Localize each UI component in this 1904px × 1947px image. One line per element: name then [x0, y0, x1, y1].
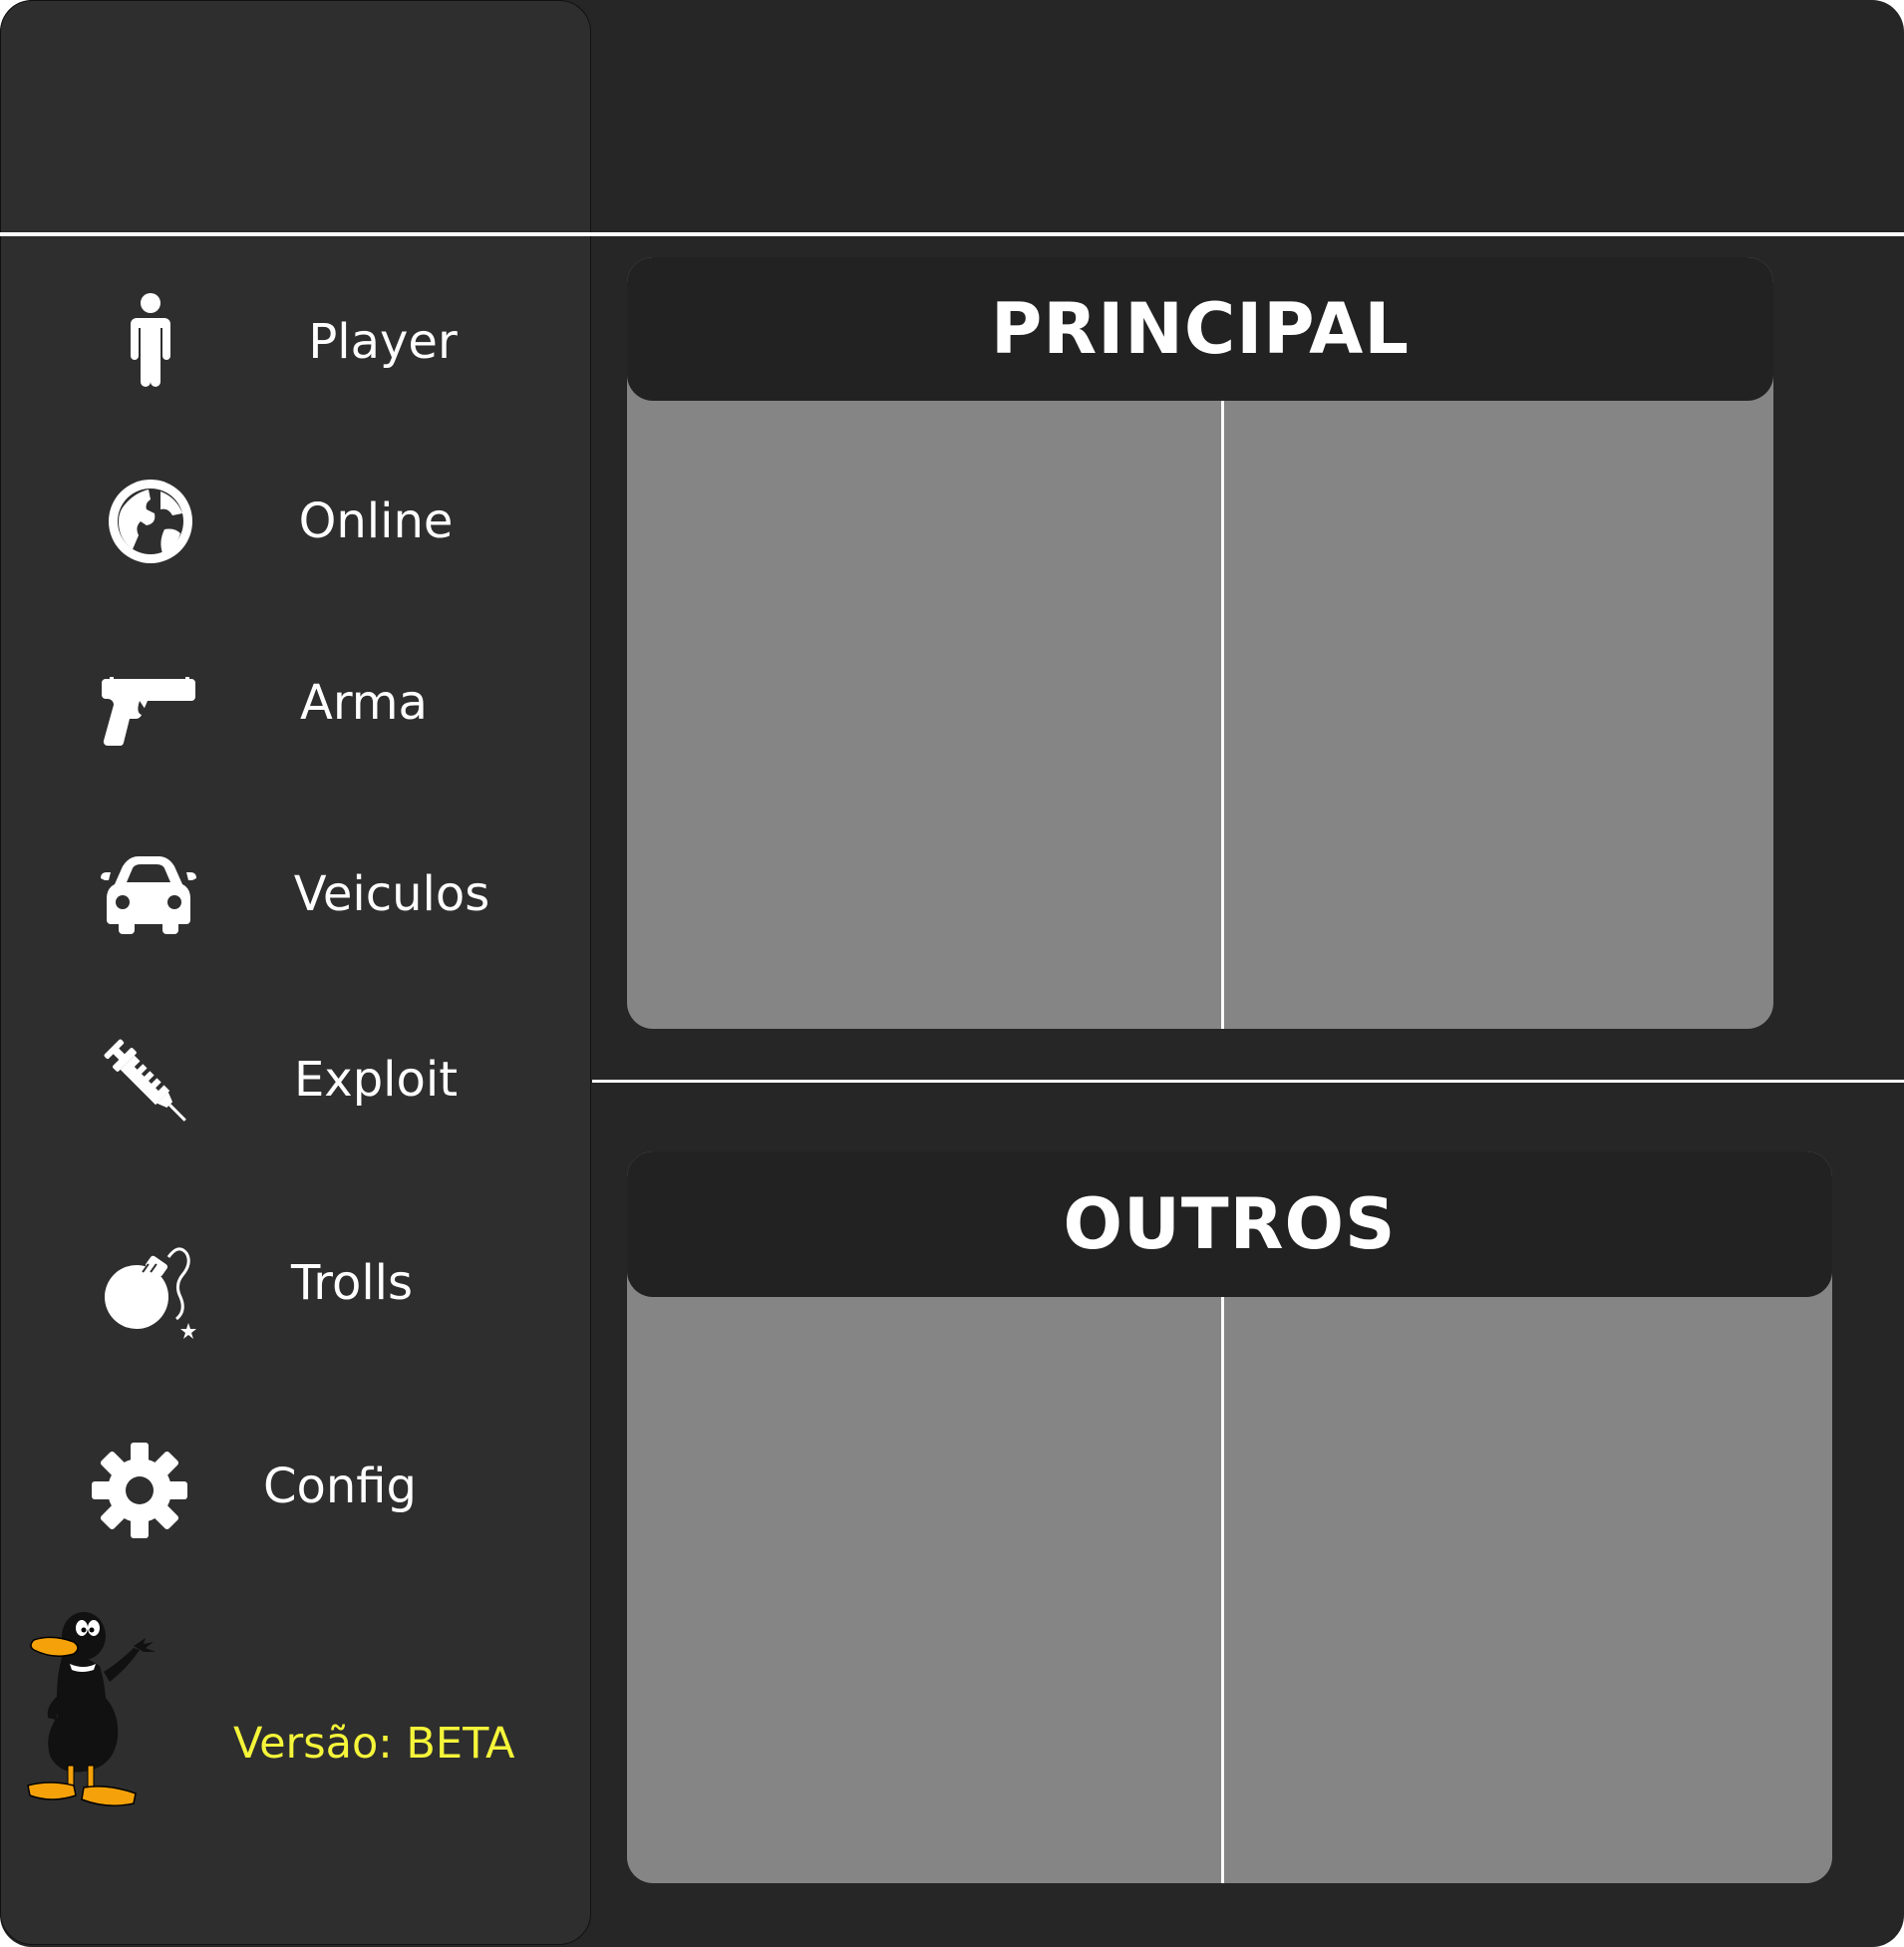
sidebar-item-label: Config — [262, 1459, 418, 1514]
syringe-icon — [99, 1034, 198, 1134]
principal-column-divider — [1221, 401, 1224, 1029]
sidebar-item-veiculos[interactable]: Veiculos — [1, 824, 592, 964]
principal-panel: PRINCIPAL — [627, 257, 1773, 1029]
sidebar-item-trolls[interactable]: Trolls — [1, 1217, 592, 1357]
version-area: Versão: BETA — [26, 1606, 564, 1820]
car-icon — [99, 844, 198, 944]
outros-title: OUTROS — [1063, 1183, 1397, 1265]
menu-window: Player Online Arma Veiculos Exploit Trol… — [0, 0, 1904, 1947]
sidebar-item-player[interactable]: Player — [1, 270, 592, 410]
principal-title: PRINCIPAL — [991, 288, 1410, 370]
version-label: Versão: BETA — [233, 1719, 515, 1769]
duck-mascot-icon — [26, 1606, 170, 1815]
outros-panel: OUTROS — [627, 1151, 1832, 1883]
sidebar-item-label: Arma — [300, 675, 428, 731]
section-divider — [592, 1080, 1904, 1083]
sidebar-item-config[interactable]: Config — [1, 1421, 592, 1560]
person-icon — [101, 290, 200, 390]
sidebar-item-label: Player — [308, 314, 458, 370]
principal-panel-header: PRINCIPAL — [627, 257, 1773, 401]
bomb-icon — [99, 1239, 198, 1339]
header-divider — [0, 232, 1904, 236]
outros-column-divider — [1221, 1297, 1224, 1883]
gear-icon — [90, 1441, 189, 1540]
sidebar-item-label: Trolls — [291, 1255, 413, 1311]
sidebar-item-exploit[interactable]: Exploit — [1, 1014, 592, 1153]
sidebar-item-arma[interactable]: Arma — [1, 633, 592, 773]
sidebar-item-label: Exploit — [293, 1052, 459, 1108]
outros-panel-header: OUTROS — [627, 1151, 1832, 1297]
sidebar-item-label: Online — [298, 493, 454, 549]
globe-icon — [101, 472, 200, 571]
sidebar-item-label: Veiculos — [293, 866, 490, 922]
pistol-icon — [100, 653, 199, 753]
sidebar-item-online[interactable]: Online — [1, 452, 592, 591]
sidebar: Player Online Arma Veiculos Exploit Trol… — [0, 0, 591, 1945]
